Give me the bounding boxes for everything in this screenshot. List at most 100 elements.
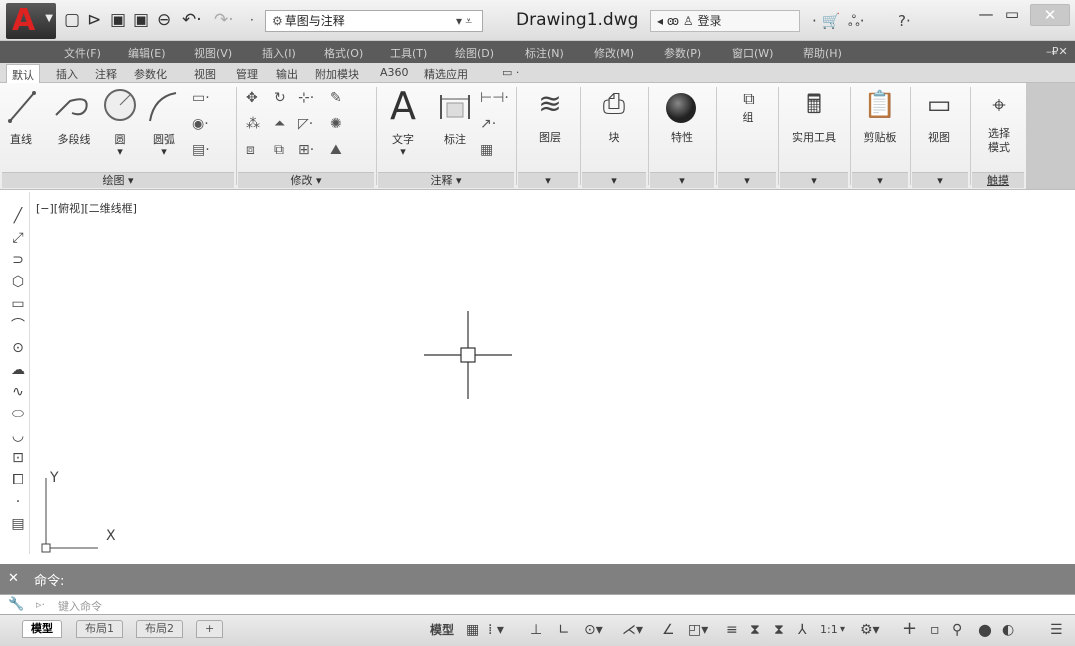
annotation-visibility-icon[interactable]: ⧗ bbox=[750, 622, 760, 638]
qat-dropdown-icon[interactable]: · bbox=[250, 12, 254, 29]
modify-panel-title[interactable]: 修改 ▾ bbox=[238, 172, 374, 188]
circle-tool-icon[interactable]: ⊙ bbox=[8, 338, 28, 358]
make-block-tool-icon[interactable]: ⧠ bbox=[8, 470, 28, 490]
line-icon[interactable] bbox=[8, 89, 38, 125]
ribbon-minimize-icon[interactable]: ▭ · bbox=[502, 66, 519, 79]
app-menu-button[interactable]: A ▼ bbox=[6, 3, 56, 39]
view-panel-title[interactable]: ▾ bbox=[912, 172, 968, 188]
tab-manage[interactable]: 管理 bbox=[236, 66, 258, 82]
menu-tools[interactable]: 工具(T) bbox=[390, 45, 427, 61]
erase-icon[interactable]: ✎ bbox=[330, 91, 342, 105]
add-layout-tab[interactable]: + bbox=[196, 620, 224, 638]
group-icon[interactable]: ⧉ bbox=[734, 89, 764, 109]
annotation-monitor-icon[interactable]: + bbox=[902, 620, 917, 638]
touch-panel-title[interactable]: 触摸 bbox=[972, 172, 1024, 188]
clipboard-panel-title[interactable]: ▾ bbox=[852, 172, 908, 188]
close-button[interactable]: ✕ bbox=[1030, 4, 1070, 26]
customize-qat-icon[interactable]: ⩡ bbox=[465, 11, 472, 31]
infer-icon[interactable]: ⊥ bbox=[530, 622, 542, 638]
layout-tab-model[interactable]: 模型 bbox=[22, 620, 62, 638]
share-icon[interactable]: ஃ· bbox=[848, 12, 865, 32]
utilities-panel-title[interactable]: ▾ bbox=[780, 172, 848, 188]
select-mode-icon[interactable]: ⌖ bbox=[982, 89, 1016, 121]
tab-view[interactable]: 视图 bbox=[194, 66, 216, 82]
save-icon[interactable]: ▣ bbox=[110, 12, 126, 29]
new-icon[interactable]: ▢ bbox=[64, 12, 80, 29]
fillet-icon[interactable]: ◸· bbox=[298, 117, 313, 131]
properties-label[interactable]: 特性 bbox=[656, 129, 708, 145]
annotation-panel-title[interactable]: 注释 ▾ bbox=[378, 172, 514, 188]
arc-icon[interactable] bbox=[146, 89, 182, 123]
ellipse-arc-tool-icon[interactable]: ◡ bbox=[8, 426, 28, 446]
circle-icon[interactable] bbox=[102, 87, 138, 123]
offset-icon[interactable]: ⛰ bbox=[330, 143, 342, 157]
view-label[interactable]: 视图 bbox=[918, 129, 960, 145]
command-recent-icon[interactable]: ▹· bbox=[36, 598, 45, 611]
menu-dimension[interactable]: 标注(N) bbox=[525, 45, 564, 61]
polyline-label[interactable]: 多段线 bbox=[52, 131, 96, 147]
tab-home[interactable]: 默认 bbox=[6, 64, 40, 83]
units-icon[interactable]: ▫ bbox=[930, 622, 940, 638]
draw-panel-title[interactable]: 绘图 ▾ bbox=[2, 172, 234, 188]
help-icon[interactable]: ?· bbox=[898, 12, 911, 30]
tab-addins[interactable]: 附加模块 bbox=[315, 66, 359, 82]
text-dropdown-icon[interactable]: ▾ bbox=[386, 145, 420, 158]
dimension-label[interactable]: 标注 bbox=[438, 131, 472, 147]
polygon-tool-icon[interactable]: ⬡ bbox=[8, 272, 28, 292]
copy-icon[interactable]: ⁂ bbox=[246, 117, 260, 131]
tab-insert[interactable]: 插入 bbox=[56, 66, 78, 82]
stretch-icon[interactable]: ⧈ bbox=[246, 143, 255, 157]
menu-draw[interactable]: 绘图(D) bbox=[455, 45, 494, 61]
ellipse-tool-icon[interactable]: ⬭ bbox=[8, 404, 28, 424]
maximize-button[interactable]: ▭ bbox=[1000, 4, 1024, 26]
viewport-controls-label[interactable]: [−][俯视][二维线框] bbox=[36, 200, 137, 216]
layers-icon[interactable]: ≋ bbox=[530, 87, 570, 121]
lineweight-icon[interactable]: ≡ bbox=[726, 622, 738, 638]
arc-dropdown-icon[interactable]: ▾ bbox=[146, 145, 182, 158]
tab-annotate[interactable]: 注释 bbox=[95, 66, 117, 82]
menu-window[interactable]: 窗口(W) bbox=[732, 45, 773, 61]
text-icon[interactable]: A bbox=[386, 85, 420, 127]
tab-a360[interactable]: A360 bbox=[380, 66, 409, 79]
select-mode-label[interactable]: 选择 模式 bbox=[978, 127, 1020, 155]
menu-parameter[interactable]: 参数(P) bbox=[664, 45, 701, 61]
block-icon[interactable]: ⎙ bbox=[592, 87, 636, 121]
annotation-scale-dropdown-icon[interactable]: ▾ bbox=[840, 622, 845, 638]
polyline-icon[interactable] bbox=[52, 91, 96, 121]
rectangle-tool-icon[interactable]: ▭ bbox=[8, 294, 28, 314]
tab-featured-apps[interactable]: 精选应用 bbox=[424, 66, 468, 82]
cart-icon[interactable]: · 🛒 bbox=[812, 12, 840, 30]
menu-format[interactable]: 格式(O) bbox=[324, 45, 363, 61]
workspace-switch-icon[interactable]: ⚙▾ bbox=[860, 622, 880, 638]
spline-tool-icon[interactable]: ∿ bbox=[8, 382, 28, 402]
wrench-icon[interactable]: 🔧 bbox=[8, 597, 24, 612]
menu-modify[interactable]: 修改(M) bbox=[594, 45, 634, 61]
mirror-icon[interactable]: ⏶ bbox=[274, 117, 285, 131]
tab-parametric[interactable]: 参数化 bbox=[134, 66, 167, 82]
group-panel-title[interactable]: ▾ bbox=[718, 172, 776, 188]
layers-label[interactable]: 图层 bbox=[524, 129, 576, 145]
annotation-scale-value[interactable]: 1:1 bbox=[820, 622, 838, 638]
undo-icon[interactable]: ↶· bbox=[182, 12, 202, 29]
linear-dim-icon[interactable]: ⊢⊣· bbox=[480, 91, 509, 105]
open-icon[interactable]: ⊳ bbox=[87, 12, 101, 29]
line-tool-icon[interactable]: ╱ bbox=[8, 206, 28, 226]
leader-icon[interactable]: ↗· bbox=[480, 117, 496, 131]
auto-scale-icon[interactable]: ⧗ bbox=[774, 622, 784, 638]
rectangle-icon[interactable]: ▭· bbox=[192, 91, 210, 105]
search-box[interactable]: ◂ ꙭ ♙ 登录 bbox=[650, 10, 800, 32]
menu-edit[interactable]: 编辑(E) bbox=[128, 45, 166, 61]
workspace-select[interactable]: ⚙ 草图与注释 ▾ ⩡ bbox=[265, 10, 483, 32]
isolate-objects-icon[interactable]: ● bbox=[978, 622, 992, 638]
grid-icon[interactable]: ▦ bbox=[466, 622, 479, 638]
rotate-icon[interactable]: ↻ bbox=[274, 91, 286, 105]
scale-icon[interactable]: ⧉ bbox=[274, 143, 284, 157]
osnap-icon[interactable]: ◰▾ bbox=[688, 622, 708, 638]
arc-tool-icon[interactable]: ⌒ bbox=[8, 316, 28, 336]
properties-panel-title[interactable]: ▾ bbox=[650, 172, 714, 188]
revcloud-tool-icon[interactable]: ☁ bbox=[8, 360, 28, 380]
customization-menu-icon[interactable]: ☰ bbox=[1050, 622, 1063, 638]
move-icon[interactable]: ✥ bbox=[246, 91, 258, 105]
menu-help[interactable]: 帮助(H) bbox=[803, 45, 842, 61]
menu-insert[interactable]: 插入(I) bbox=[262, 45, 296, 61]
